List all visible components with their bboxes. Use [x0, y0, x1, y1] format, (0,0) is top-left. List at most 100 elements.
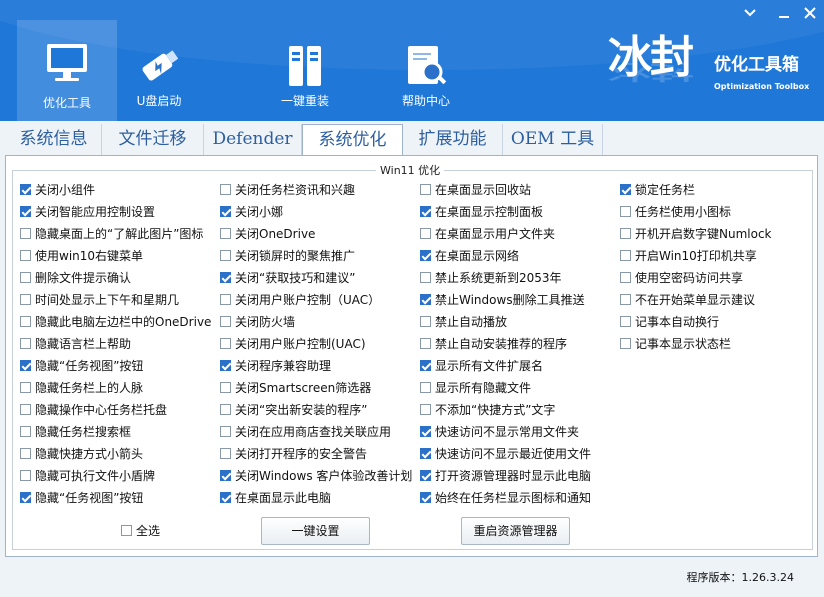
nav-reinstall[interactable]: 一键重装	[255, 24, 355, 119]
checkbox-box[interactable]	[620, 272, 631, 283]
option-label: 开启Win10打印机共享	[635, 249, 757, 263]
checkbox-box[interactable]	[220, 404, 231, 415]
checkbox-box[interactable]	[220, 228, 231, 239]
option-label: 在桌面显示回收站	[435, 183, 532, 197]
tab-system-info[interactable]: 系统信息	[6, 124, 102, 156]
brand-name-reflection: 冰封	[608, 59, 692, 83]
checkbox-box[interactable]	[620, 228, 631, 239]
brand-english: Optimization Toolbox	[714, 82, 810, 91]
checkbox-box[interactable]	[620, 338, 631, 349]
app-window: 优化工具 U盘启动 一键重装 帮助中心 冰封 冰封 优化工具箱 Optimiza…	[0, 0, 824, 597]
checkbox-box[interactable]	[220, 470, 231, 481]
checkbox-box[interactable]	[220, 294, 231, 305]
tab-defender[interactable]: Defender	[204, 124, 302, 156]
checkbox-box[interactable]	[220, 206, 231, 217]
checkbox-box[interactable]	[20, 250, 31, 261]
checkbox-box[interactable]	[20, 228, 31, 239]
checkbox-box[interactable]	[420, 184, 431, 195]
checkbox-box[interactable]	[20, 448, 31, 459]
checkbox-box[interactable]	[420, 382, 431, 393]
nav-optimize-tools[interactable]: 优化工具	[17, 20, 117, 121]
checkbox-box[interactable]	[121, 525, 132, 536]
minimize-button[interactable]	[740, 6, 760, 22]
option-label: 隐藏桌面上的“了解此图片”图标	[35, 227, 204, 241]
checkbox-box[interactable]	[220, 316, 231, 327]
checkbox-box[interactable]	[620, 250, 631, 261]
checkbox-box[interactable]	[420, 294, 431, 305]
checkbox-box[interactable]	[420, 338, 431, 349]
tab-system-optimize[interactable]: 系统优化	[302, 124, 403, 156]
tab-file-migration[interactable]: 文件迁移	[102, 124, 204, 156]
option-label: 隐藏可执行文件小盾牌	[35, 469, 156, 483]
checkbox-box[interactable]	[420, 250, 431, 261]
monitor-icon	[43, 38, 91, 86]
checkbox-box[interactable]	[220, 338, 231, 349]
option-label: 删除文件提示确认	[35, 271, 132, 285]
checkbox-box[interactable]	[220, 448, 231, 459]
checkbox-box[interactable]	[220, 382, 231, 393]
checkbox-box[interactable]	[420, 316, 431, 327]
checkbox-box[interactable]	[220, 360, 231, 371]
close-icon	[803, 7, 817, 23]
checkbox-box[interactable]	[620, 316, 631, 327]
checkbox-box[interactable]	[20, 470, 31, 481]
checkbox-box[interactable]	[620, 206, 631, 217]
checkbox-box[interactable]	[20, 316, 31, 327]
checkbox-box[interactable]	[620, 184, 631, 195]
tab-extensions[interactable]: 扩展功能	[403, 124, 503, 156]
header-bar: 优化工具 U盘启动 一键重装 帮助中心 冰封 冰封 优化工具箱 Optimiza…	[0, 0, 824, 121]
checkbox-box[interactable]	[420, 470, 431, 481]
checkbox-box[interactable]	[20, 272, 31, 283]
restart-explorer-button[interactable]: 重启资源管理器	[461, 517, 570, 545]
nav-help-center[interactable]: 帮助中心	[376, 24, 476, 119]
checkbox-box[interactable]	[20, 382, 31, 393]
option-label: 隐藏“任务视图”按钮	[35, 359, 144, 373]
checkbox-box[interactable]	[20, 492, 31, 503]
checkbox-box[interactable]	[20, 206, 31, 217]
option-label: 关闭OneDrive	[235, 227, 316, 241]
option-label: 关闭打开程序的安全警告	[235, 447, 368, 461]
tab-oem-tools[interactable]: OEM 工具	[503, 124, 603, 156]
checkbox-box[interactable]	[20, 184, 31, 195]
option-label: 在桌面显示控制面板	[435, 205, 544, 219]
checkbox-box[interactable]	[20, 294, 31, 305]
option-label: 显示所有文件扩展名	[435, 359, 544, 373]
checkbox-box[interactable]	[420, 272, 431, 283]
option-label: 记事本显示状态栏	[635, 337, 732, 351]
option-label: 记事本自动换行	[635, 315, 720, 329]
checkbox-box[interactable]	[420, 360, 431, 371]
checkbox-box[interactable]	[220, 250, 231, 261]
close-button[interactable]	[800, 6, 820, 22]
option-label: 使用空密码访问共享	[635, 271, 744, 285]
checkbox-box[interactable]	[20, 426, 31, 437]
option-label: 关闭智能应用控制设置	[35, 205, 156, 219]
checkbox-box[interactable]	[420, 228, 431, 239]
checkbox-box[interactable]	[220, 492, 231, 503]
option-label: 关闭Windows 客户体验改善计划	[235, 469, 413, 483]
optimize-panel: Win11 优化 关闭小组件 关闭智能应用控制设置 隐藏桌面上的“了解此图片”图标使…	[5, 155, 818, 557]
option-label: 隐藏此电脑左边栏中的OneDrive	[35, 315, 212, 329]
option-label: 开机开启数字键Numlock	[635, 227, 772, 241]
checkbox-box[interactable]	[220, 426, 231, 437]
checkbox-box[interactable]	[620, 294, 631, 305]
checkbox-box[interactable]	[20, 360, 31, 371]
nav-usb-boot[interactable]: U盘启动	[109, 24, 209, 119]
option-label: 关闭Smartscreen筛选器	[235, 381, 372, 395]
checkbox-box[interactable]	[420, 492, 431, 503]
brand-subtitle: 优化工具箱	[714, 55, 799, 75]
option-label: 禁止自动播放	[435, 315, 508, 329]
apply-button[interactable]: 一键设置	[261, 517, 370, 545]
checkbox-box[interactable]	[420, 426, 431, 437]
checkbox-box[interactable]	[420, 404, 431, 415]
version-label: 程序版本：1.26.3.24	[686, 571, 794, 584]
checkbox-box[interactable]	[20, 338, 31, 349]
checkbox-box[interactable]	[420, 206, 431, 217]
checkbox-box[interactable]	[220, 184, 231, 195]
minimize-button-2[interactable]	[774, 6, 794, 22]
checkbox-box[interactable]	[420, 448, 431, 459]
checkbox-box[interactable]	[220, 272, 231, 283]
minimize-icon	[743, 9, 757, 23]
checkbox-box[interactable]	[20, 404, 31, 415]
option-label: 不在开始菜单显示建议	[635, 293, 756, 307]
option-label: 关闭在应用商店查找关联应用	[235, 425, 392, 439]
